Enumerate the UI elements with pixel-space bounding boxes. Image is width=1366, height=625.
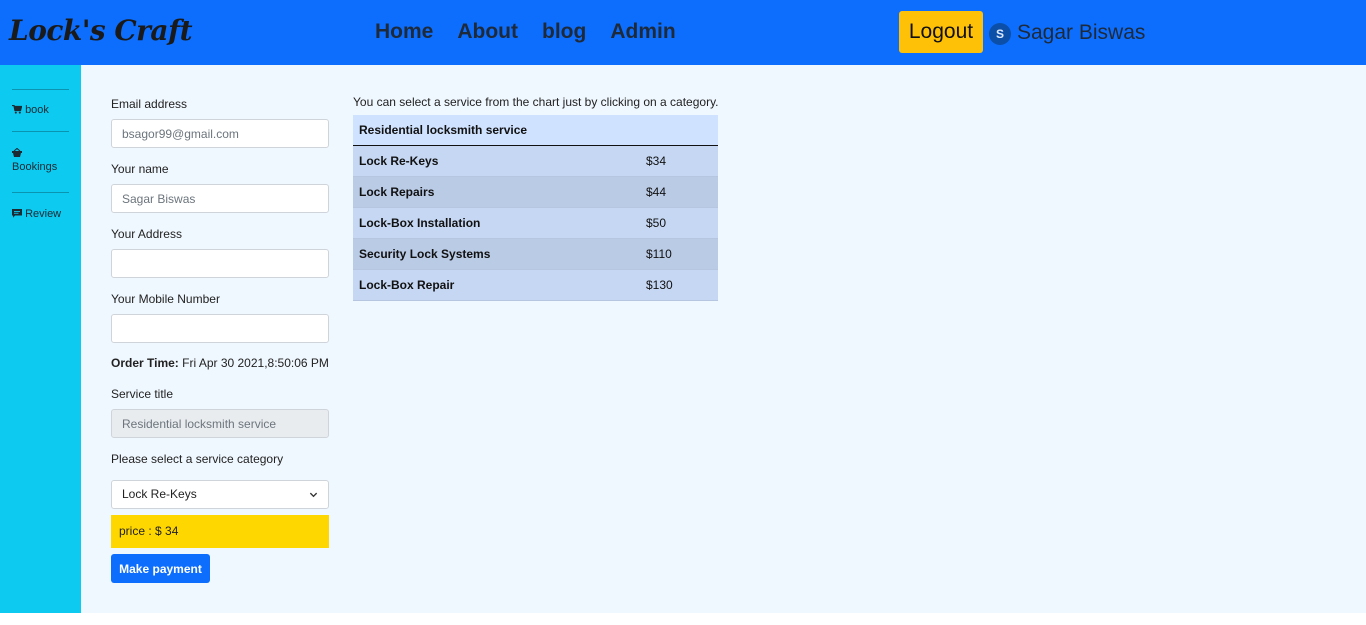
table-row[interactable]: Security Lock Systems $110 [353,238,718,270]
logout-button[interactable]: Logout [899,11,983,53]
nav-about-link[interactable]: About [457,20,518,44]
sidebar-item-book[interactable]: book [12,104,49,116]
service-price: $130 [640,269,718,301]
service-price: $44 [640,176,718,208]
service-price: $50 [640,207,718,239]
table-row[interactable]: Lock-Box Repair $130 [353,269,718,301]
sidebar-item-label: Bookings [12,161,58,173]
service-name: Lock Repairs [353,176,640,208]
name-field[interactable] [111,184,329,213]
category-select[interactable]: Lock Re-Keys [111,480,329,509]
main-nav: Home About blog Admin [375,20,676,44]
avatar: S [989,23,1011,45]
sidebar-item-review[interactable]: Review [12,208,61,220]
service-name: Lock-Box Installation [353,207,640,239]
service-table: Residential locksmith service Lock Re-Ke… [353,115,718,301]
cart-icon [12,105,22,114]
category-selected-value: Lock Re-Keys [122,487,197,501]
sidebar: book Bookings Review [0,65,81,613]
sidebar-item-label: Review [25,208,62,220]
order-time: Order Time: Fri Apr 30 2021,8:50:06 PM [111,356,329,370]
order-time-label: Order Time: [111,356,179,370]
address-label: Your Address [111,227,182,241]
sidebar-item-bookings[interactable]: Bookings [12,148,57,173]
top-navbar: Lock's Craft Home About blog Admin Logou… [0,0,1366,65]
address-field[interactable] [111,249,329,278]
service-hint: You can select a service from the chart … [353,95,719,109]
chevron-down-icon [309,492,318,498]
comment-icon [12,209,22,218]
table-row[interactable]: Lock Repairs $44 [353,176,718,208]
nav-home-link[interactable]: Home [375,20,433,44]
nav-admin-link[interactable]: Admin [610,20,675,44]
service-table-title: Residential locksmith service [353,115,718,146]
service-price: $34 [640,145,718,177]
service-name: Lock-Box Repair [353,269,640,301]
make-payment-button[interactable]: Make payment [111,554,210,583]
nav-blog-link[interactable]: blog [542,20,586,44]
sidebar-item-label: book [25,104,49,116]
table-row[interactable]: Lock Re-Keys $34 [353,145,718,177]
mobile-field[interactable] [111,314,329,343]
order-time-value: Fri Apr 30 2021,8:50:06 PM [182,356,329,370]
email-label: Email address [111,97,188,111]
sidebar-divider [12,192,69,193]
mobile-label: Your Mobile Number [111,292,220,306]
basket-icon [12,148,22,157]
service-price: $110 [640,238,718,270]
service-name: Security Lock Systems [353,238,640,270]
sidebar-divider [12,89,69,90]
category-label: Please select a service category [111,452,284,466]
sidebar-divider [12,131,69,132]
service-name: Lock Re-Keys [353,145,640,177]
service-title-field [111,409,329,438]
email-field[interactable] [111,119,329,148]
table-row[interactable]: Lock-Box Installation $50 [353,207,718,239]
user-name: Sagar Biswas [1017,21,1146,44]
brand-logo[interactable]: Lock's Craft [9,14,193,47]
service-title-label: Service title [111,387,174,401]
price-display: price : $ 34 [111,515,329,548]
name-label: Your name [111,162,169,176]
